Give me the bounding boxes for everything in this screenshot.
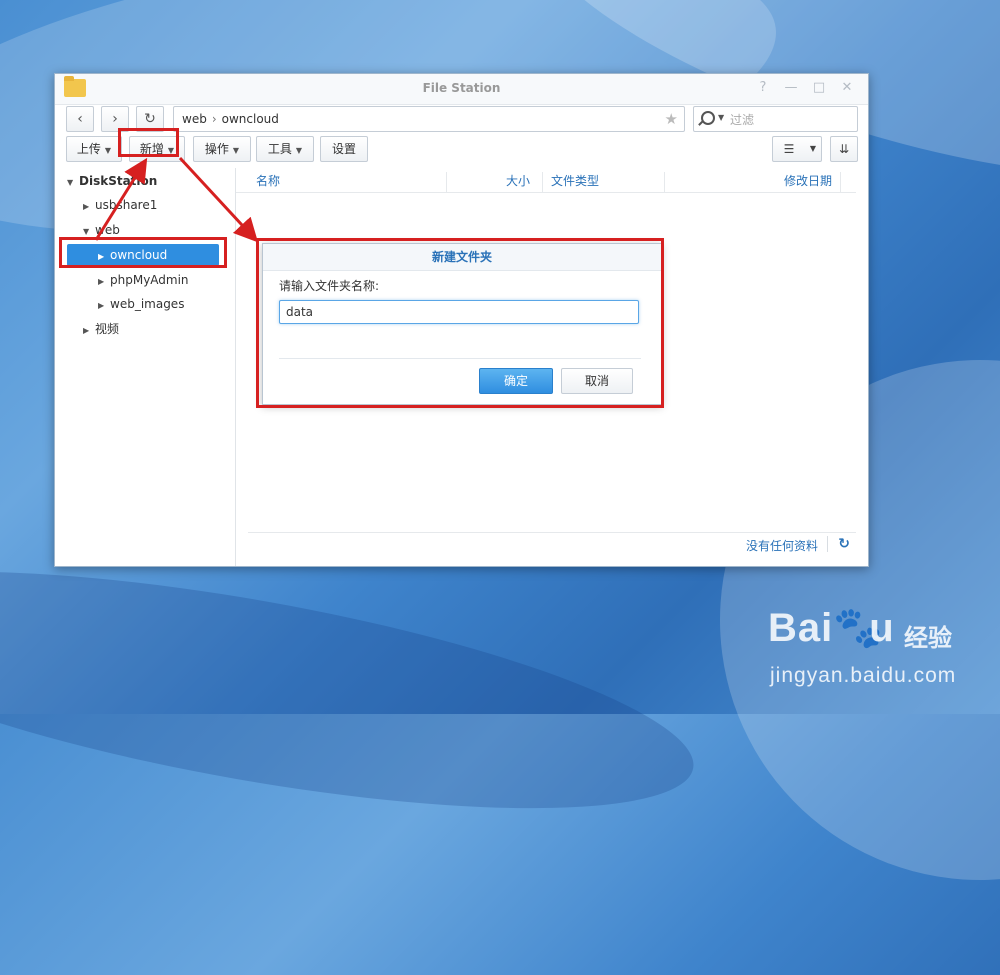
settings-label: 设置 [331,142,356,156]
caret-down-icon: ▼ [67,178,74,187]
header-divider [236,192,856,193]
tools-label: 工具 [267,142,292,156]
caret-right-icon: ▶ [98,301,105,310]
create-label: 新增 [139,142,164,156]
upload-label: 上传 [76,142,101,156]
dialog-divider [279,358,641,359]
refresh-icon: ↻ [144,111,156,127]
window-title: File Station [422,81,501,95]
column-header-size[interactable]: 大小 [447,172,543,192]
caret-down-icon: ▼ [83,227,90,236]
list-view-icon: ☰ [783,142,795,156]
chevron-right-icon: › [112,111,118,127]
tree-label: 视频 [95,322,120,336]
breadcrumb-web[interactable]: web [182,112,207,126]
create-button[interactable]: 新增 ▼ [129,136,185,162]
folder-name-input[interactable] [279,300,639,324]
sort-button[interactable]: ⇊ [830,136,858,162]
column-header-modified[interactable]: 修改日期 [665,172,841,192]
sort-icon: ⇊ [838,142,850,156]
help-icon[interactable]: ? [755,79,771,97]
action-button[interactable]: 操作 ▼ [193,136,251,162]
baidu-logo: Bai🐾u [768,606,895,650]
tree-item-phpmyadmin[interactable]: ▶ phpMyAdmin [98,269,189,291]
column-header-name[interactable]: 名称 [256,172,447,192]
refresh-icon[interactable]: ↻ [838,536,850,552]
watermark-url: jingyan.baidu.com [770,664,957,687]
caret-right-icon: ▶ [98,277,105,286]
tools-button[interactable]: 工具 ▼ [256,136,314,162]
forward-button[interactable]: › [101,106,129,132]
caret-right-icon: ▶ [98,252,105,261]
tree-item-web[interactable]: ▼ web [83,219,120,241]
refresh-button[interactable]: ↻ [136,106,164,132]
baidu-jingyan-watermark: Bai🐾u 经验 jingyan.baidu.com [768,604,988,694]
caret-down-icon: ▼ [295,146,303,155]
footer-separator [827,536,828,552]
caret-down-icon: ▼ [809,144,817,153]
cancel-button[interactable]: 取消 [561,368,633,394]
caret-down-icon: ▼ [167,146,175,155]
folder-name-label: 请输入文件夹名称: [279,279,380,293]
back-button[interactable]: ‹ [66,106,94,132]
view-dropdown-button[interactable]: ▼ [805,136,822,162]
tree-label: web_images [110,297,185,311]
minimize-icon[interactable]: — [783,79,799,97]
dialog-title: 新建文件夹 [263,244,661,271]
tree-label: owncloud [110,248,168,262]
chevron-left-icon: ‹ [77,111,83,127]
filter-box: ▼ [693,106,858,132]
navigation-bar: ‹ › ↻ web › owncloud ★ ▼ [55,104,868,136]
caret-down-icon: ▼ [232,146,240,155]
folder-tree: ▼ DiskStation ▶ usbshare1 ▼ web ▶ owncloud ▶… [55,168,236,566]
upload-button[interactable]: 上传 ▼ [66,136,122,162]
tree-item-owncloud[interactable]: ▶ owncloud [67,244,219,266]
path-bar[interactable]: web › owncloud ★ [173,106,685,132]
watermark-cn: 经验 [904,624,952,652]
settings-button[interactable]: 设置 [320,136,368,162]
title-bar[interactable]: File Station ? — □ ✕ [55,74,868,105]
column-header-type[interactable]: 文件类型 [543,172,665,192]
breadcrumb-separator-icon: › [211,112,217,126]
empty-status-text: 没有任何资料 [745,539,818,553]
filter-input[interactable] [728,110,852,130]
tree-item-video[interactable]: ▶ 视频 [83,318,119,340]
close-icon[interactable]: ✕ [839,79,855,97]
tree-item-web-images[interactable]: ▶ web_images [98,293,184,315]
action-label: 操作 [204,142,229,156]
ok-button[interactable]: 确定 [479,368,553,394]
tree-label: usbshare1 [95,198,158,212]
breadcrumb-owncloud[interactable]: owncloud [222,112,279,126]
caret-right-icon: ▶ [83,326,90,335]
caret-down-icon[interactable]: ▼ [718,113,724,122]
favorite-star-icon[interactable]: ★ [665,110,678,128]
caret-right-icon: ▶ [83,202,90,211]
caret-down-icon: ▼ [104,146,112,155]
tree-label: DiskStation [79,174,158,188]
tree-label: phpMyAdmin [110,273,189,287]
search-icon[interactable] [701,111,715,125]
tree-root-diskstation[interactable]: ▼ DiskStation [67,170,157,192]
wallpaper-wave [0,523,709,857]
maximize-icon[interactable]: □ [811,79,827,97]
footer-divider [248,532,856,533]
list-view-button[interactable]: ☰ [772,136,806,162]
tree-item-usbshare1[interactable]: ▶ usbshare1 [83,194,157,216]
breadcrumb: web › owncloud [182,112,279,126]
toolbar: 上传 ▼ 新增 ▼ 操作 ▼ 工具 ▼ 设置 ☰ ▼ ⇊ [55,136,868,168]
tree-label: web [95,223,120,237]
new-folder-dialog: 新建文件夹 请输入文件夹名称: 确定 取消 [262,243,662,405]
